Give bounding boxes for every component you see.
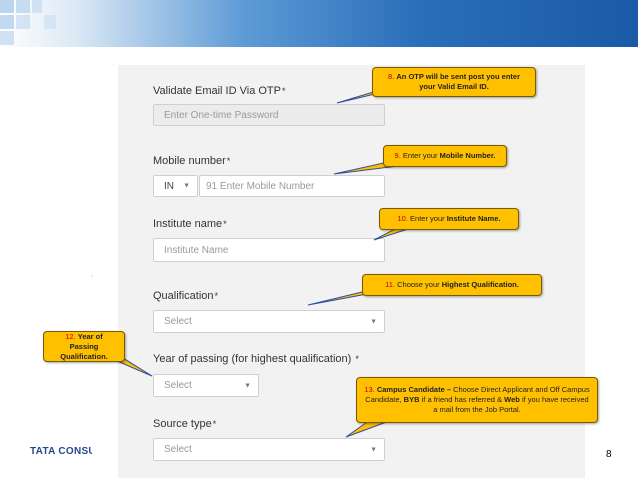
callout-source-type: 13. Campus Candidate – Choose Direct App…	[356, 377, 598, 423]
callout-mobile: 9. Enter your Mobile Number.	[383, 145, 507, 167]
callout-year: 12. Year of Passing Qualification.	[43, 331, 125, 362]
tcs-logo: TATA CONSU	[30, 446, 92, 457]
page-number: 8	[606, 449, 612, 460]
pointer-10	[373, 228, 409, 241]
callout-institute: 10. Enter your Institute Name.	[379, 208, 519, 230]
stray-mark: ·	[91, 273, 94, 280]
callout-otp: 8. An OTP will be sent post you enter yo…	[372, 67, 536, 97]
callout-qualification: 11. Choose your Highest Qualification.	[362, 274, 542, 296]
